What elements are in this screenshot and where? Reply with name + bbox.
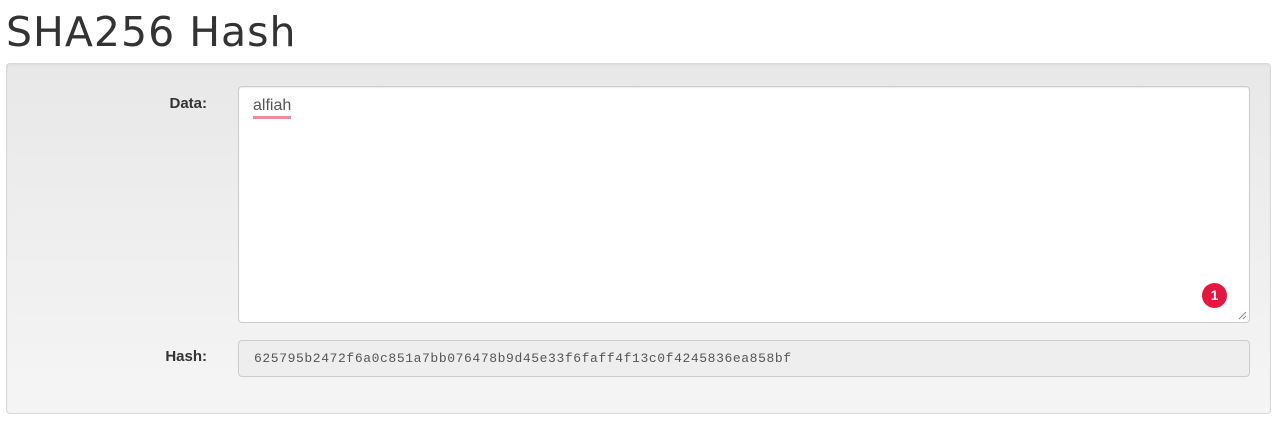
data-textarea-value: alfiah [253,96,292,119]
resize-handle-icon[interactable] [1238,311,1247,320]
hash-label: Hash: [165,348,207,365]
hash-form-panel: Data: alfiah 1 Hash: 625795b2472f6a0c851… [6,63,1271,414]
notification-badge[interactable]: 1 [1202,283,1227,308]
data-textarea[interactable]: alfiah 1 [238,86,1250,323]
hash-output-field[interactable]: 625795b2472f6a0c851a7bb076478b9d45e33f6f… [238,340,1250,377]
page-title: SHA256 Hash [6,8,297,56]
data-label: Data: [169,95,207,112]
